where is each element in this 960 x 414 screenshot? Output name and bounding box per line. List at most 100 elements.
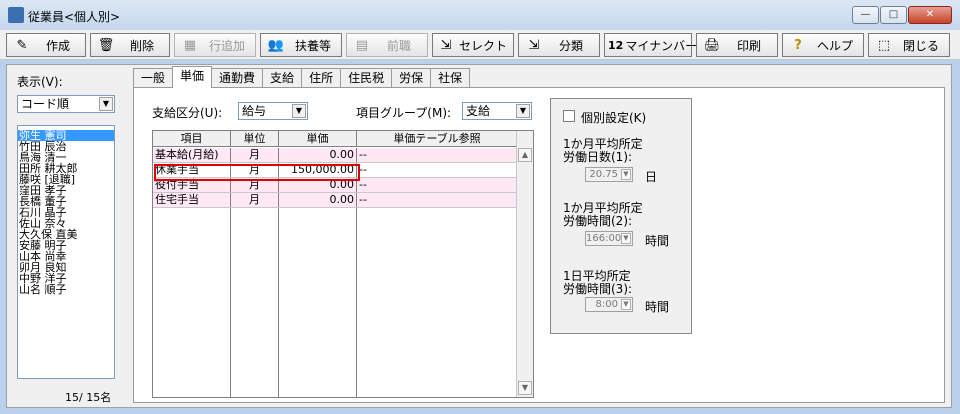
dependents-button[interactable]: 👥 扶養等	[260, 33, 342, 57]
item-group-label: 項目グループ(M):	[356, 106, 452, 120]
scroll-down-icon[interactable]: ▼	[518, 381, 532, 395]
classify-label: 分類	[558, 38, 583, 53]
individual-setting-label: 個別設定(K)	[581, 111, 647, 125]
classify-icon: ⇲	[528, 37, 540, 53]
close-window-button[interactable]: ✕	[908, 6, 952, 24]
hours-value: 166:00	[586, 233, 622, 244]
days-unit: 日	[645, 170, 658, 184]
table-row[interactable]: 基本給(月給) 月 0.00 --	[153, 148, 517, 163]
previous-job-button[interactable]: ▤ 前職	[346, 33, 428, 57]
employee-count: 15/ 15名	[65, 391, 112, 404]
chevron-down-icon[interactable]: ▼	[292, 104, 306, 118]
exit-icon: ⬚	[877, 37, 891, 53]
help-icon: ?	[794, 37, 802, 53]
sort-value: コード順	[21, 97, 70, 111]
print-label: 印刷	[736, 38, 761, 53]
my-number-button[interactable]: 12 マイナンバー	[604, 33, 697, 57]
days-label-line2: 労働日数(1):	[563, 150, 633, 164]
employee-panel: 表示(V): コード順 ▼ 弥生 憲司 竹田 辰治 鳥海 清一 田所 耕太郎 藤…	[15, 71, 125, 405]
cell-price[interactable]: 0.00	[279, 148, 357, 162]
cell-item[interactable]: 基本給(月給)	[153, 148, 231, 162]
window-title: 従業員<個人別>	[28, 10, 121, 24]
delete-label: 削除	[129, 38, 154, 53]
tab-commute[interactable]: 通勤費	[211, 68, 264, 88]
trash-icon: 🗑	[97, 37, 115, 53]
table-body: 基本給(月給) 月 0.00 -- 休業手当 月 150,000.00 -- 役…	[153, 148, 517, 397]
content-area: 表示(V): コード順 ▼ 弥生 憲司 竹田 辰治 鳥海 清一 田所 耕太郎 藤…	[6, 64, 952, 408]
hours-input[interactable]: 166:00 ▼	[585, 231, 633, 246]
classify-button[interactable]: ⇲ 分類	[518, 33, 600, 57]
cell-unit[interactable]: 月	[231, 148, 279, 162]
cell-reference[interactable]: --	[357, 193, 517, 207]
hours-unit: 時間	[645, 234, 670, 248]
close-label: 閉じる	[902, 38, 939, 53]
cell-price[interactable]: 0.00	[279, 193, 357, 207]
tab-unit-price[interactable]: 単価	[172, 66, 213, 88]
column-header-reference[interactable]: 単価テーブル参照	[357, 131, 517, 147]
column-header-item[interactable]: 項目	[153, 131, 231, 147]
cell-reference[interactable]: --	[357, 163, 517, 177]
close-button[interactable]: ⬚ 閉じる	[868, 33, 950, 57]
create-label: 作成	[45, 38, 70, 53]
cell-reference[interactable]: --	[357, 148, 517, 162]
add-row-button[interactable]: ▦ 行追加	[174, 33, 256, 57]
pay-type-select[interactable]: 給与 ▼	[238, 102, 308, 120]
people-icon: 👥	[267, 37, 285, 53]
main-panel: 一般 単価 通勤費 支給 住所 住民税 労保 社保 支給区分(U): 給与 ▼ …	[131, 65, 949, 405]
my-number-label: マイナンバー	[625, 38, 698, 53]
scroll-up-icon[interactable]: ▲	[518, 148, 532, 162]
document-icon: ▤	[355, 37, 369, 53]
cell-item[interactable]: 住宅手当	[153, 193, 231, 207]
employee-list[interactable]: 弥生 憲司 竹田 辰治 鳥海 清一 田所 耕太郎 藤咲 [退職] 窪田 孝子 長…	[17, 125, 115, 379]
unit-price-panel: 支給区分(U): 給与 ▼ 項目グループ(M): 支給 ▼ 項目 単位 単価 単…	[133, 87, 945, 403]
maximize-button[interactable]: □	[880, 6, 907, 24]
app-window: 従業員<個人別> — □ ✕ ✎ 作成 🗑 削除 ▦ 行追加 👥 扶養等 ▤ 前…	[0, 0, 960, 414]
display-label: 表示(V):	[17, 75, 63, 89]
tab-address[interactable]: 住所	[301, 68, 342, 88]
daily-hours-input[interactable]: 8:00 ▼	[585, 297, 633, 312]
tab-resident-tax[interactable]: 住民税	[340, 68, 393, 88]
sort-select[interactable]: コード順 ▼	[17, 95, 115, 113]
select-label: セレクト	[458, 38, 507, 53]
spinner-icon[interactable]: ▼	[621, 299, 631, 310]
toolbar: ✎ 作成 🗑 削除 ▦ 行追加 👥 扶養等 ▤ 前職 ⇲ セレクト ⇲ 分類 1…	[0, 30, 960, 60]
dependents-label: 扶養等	[294, 38, 331, 53]
cell-reference[interactable]: --	[357, 178, 517, 192]
select-button[interactable]: ⇲ セレクト	[432, 33, 514, 57]
tab-general[interactable]: 一般	[133, 68, 174, 88]
individual-setting-checkbox[interactable]	[563, 110, 575, 122]
previous-job-label: 前職	[386, 38, 411, 53]
table-header: 項目 単位 単価 単価テーブル参照	[153, 131, 517, 147]
chevron-down-icon[interactable]: ▼	[516, 104, 530, 118]
select-icon: ⇲	[440, 37, 452, 53]
title-bar: 従業員<個人別> — □ ✕	[0, 0, 960, 30]
row-highlight-box	[154, 164, 360, 181]
column-header-unit[interactable]: 単位	[231, 131, 279, 147]
daily-value: 8:00	[595, 299, 618, 310]
cell-unit[interactable]: 月	[231, 193, 279, 207]
item-group-select[interactable]: 支給 ▼	[462, 102, 532, 120]
tab-payment[interactable]: 支給	[262, 68, 303, 88]
tab-labor-insurance[interactable]: 労保	[391, 68, 432, 88]
print-button[interactable]: 🖨 印刷	[696, 33, 778, 57]
work-settings-box: 個別設定(K) 1か月平均所定 労働日数(1): 20.75 ▼ 日 1か月平均…	[550, 98, 692, 334]
list-item[interactable]: 山名 順子	[18, 284, 114, 295]
table-scrollbar[interactable]: ▲ ▼	[516, 131, 533, 397]
my-number-icon: 12	[608, 38, 624, 52]
minimize-button[interactable]: —	[852, 6, 879, 24]
pay-type-value: 給与	[242, 104, 267, 118]
chevron-down-icon[interactable]: ▼	[99, 97, 113, 111]
daily-label-line2: 労働時間(3):	[563, 282, 633, 296]
spinner-icon[interactable]: ▼	[621, 169, 631, 180]
tab-social-insurance[interactable]: 社保	[430, 68, 471, 88]
add-row-label: 行追加	[208, 38, 245, 53]
delete-button[interactable]: 🗑 削除	[90, 33, 170, 57]
help-button[interactable]: ? ヘルプ	[782, 33, 864, 57]
spinner-icon[interactable]: ▼	[621, 233, 631, 244]
item-group-value: 支給	[466, 104, 491, 118]
table-row[interactable]: 住宅手当 月 0.00 --	[153, 193, 517, 208]
days-input[interactable]: 20.75 ▼	[585, 167, 633, 182]
column-header-price[interactable]: 単価	[279, 131, 357, 147]
create-button[interactable]: ✎ 作成	[6, 33, 86, 57]
daily-unit: 時間	[645, 300, 670, 314]
